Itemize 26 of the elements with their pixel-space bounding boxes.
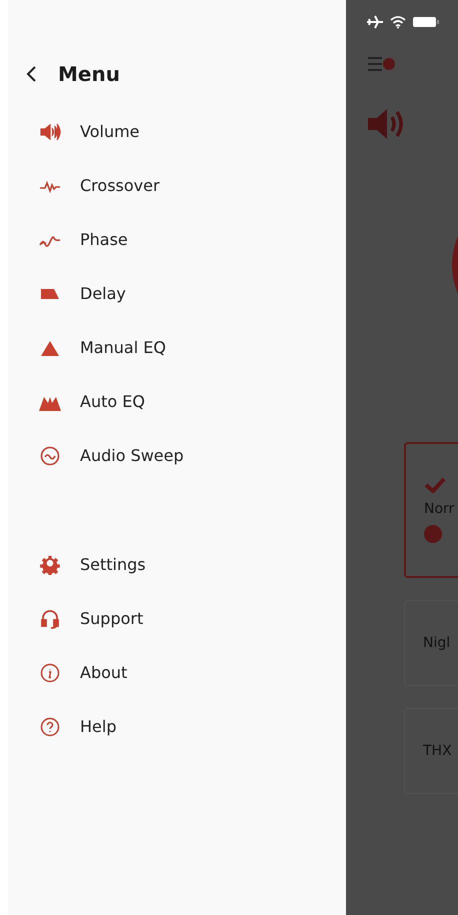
menu-item[interactable]: Crossover xyxy=(8,170,160,201)
battery-icon xyxy=(412,15,440,29)
dot-icon xyxy=(424,525,442,543)
menu-item[interactable]: About xyxy=(8,657,128,688)
question-icon xyxy=(38,716,62,736)
check-icon xyxy=(424,477,446,493)
wifi-icon xyxy=(390,15,406,29)
menu-item[interactable]: Support xyxy=(8,603,144,634)
menu-item[interactable]: Auto EQ xyxy=(8,386,145,417)
menu-item[interactable]: Help xyxy=(8,711,116,742)
speaker-icon xyxy=(38,122,62,142)
mode-label: Norr xyxy=(424,501,454,517)
mode-label: THX xyxy=(423,743,452,759)
mode-label: Nigl xyxy=(423,635,450,651)
gear-icon xyxy=(38,554,62,574)
menu-title: Menu xyxy=(58,62,120,86)
menu-item[interactable]: Settings xyxy=(8,549,146,580)
menu-item[interactable]: Audio Sweep xyxy=(8,440,184,471)
airplane-icon xyxy=(366,15,384,29)
sine-circle-icon xyxy=(38,446,62,466)
menu-item[interactable]: Delay xyxy=(8,278,126,309)
menu-item[interactable]: Phase xyxy=(8,224,128,255)
headset-icon xyxy=(38,608,62,628)
info-icon xyxy=(38,662,62,682)
menu-item[interactable]: Manual EQ xyxy=(8,332,166,363)
menu-item[interactable]: Volume xyxy=(8,116,140,147)
